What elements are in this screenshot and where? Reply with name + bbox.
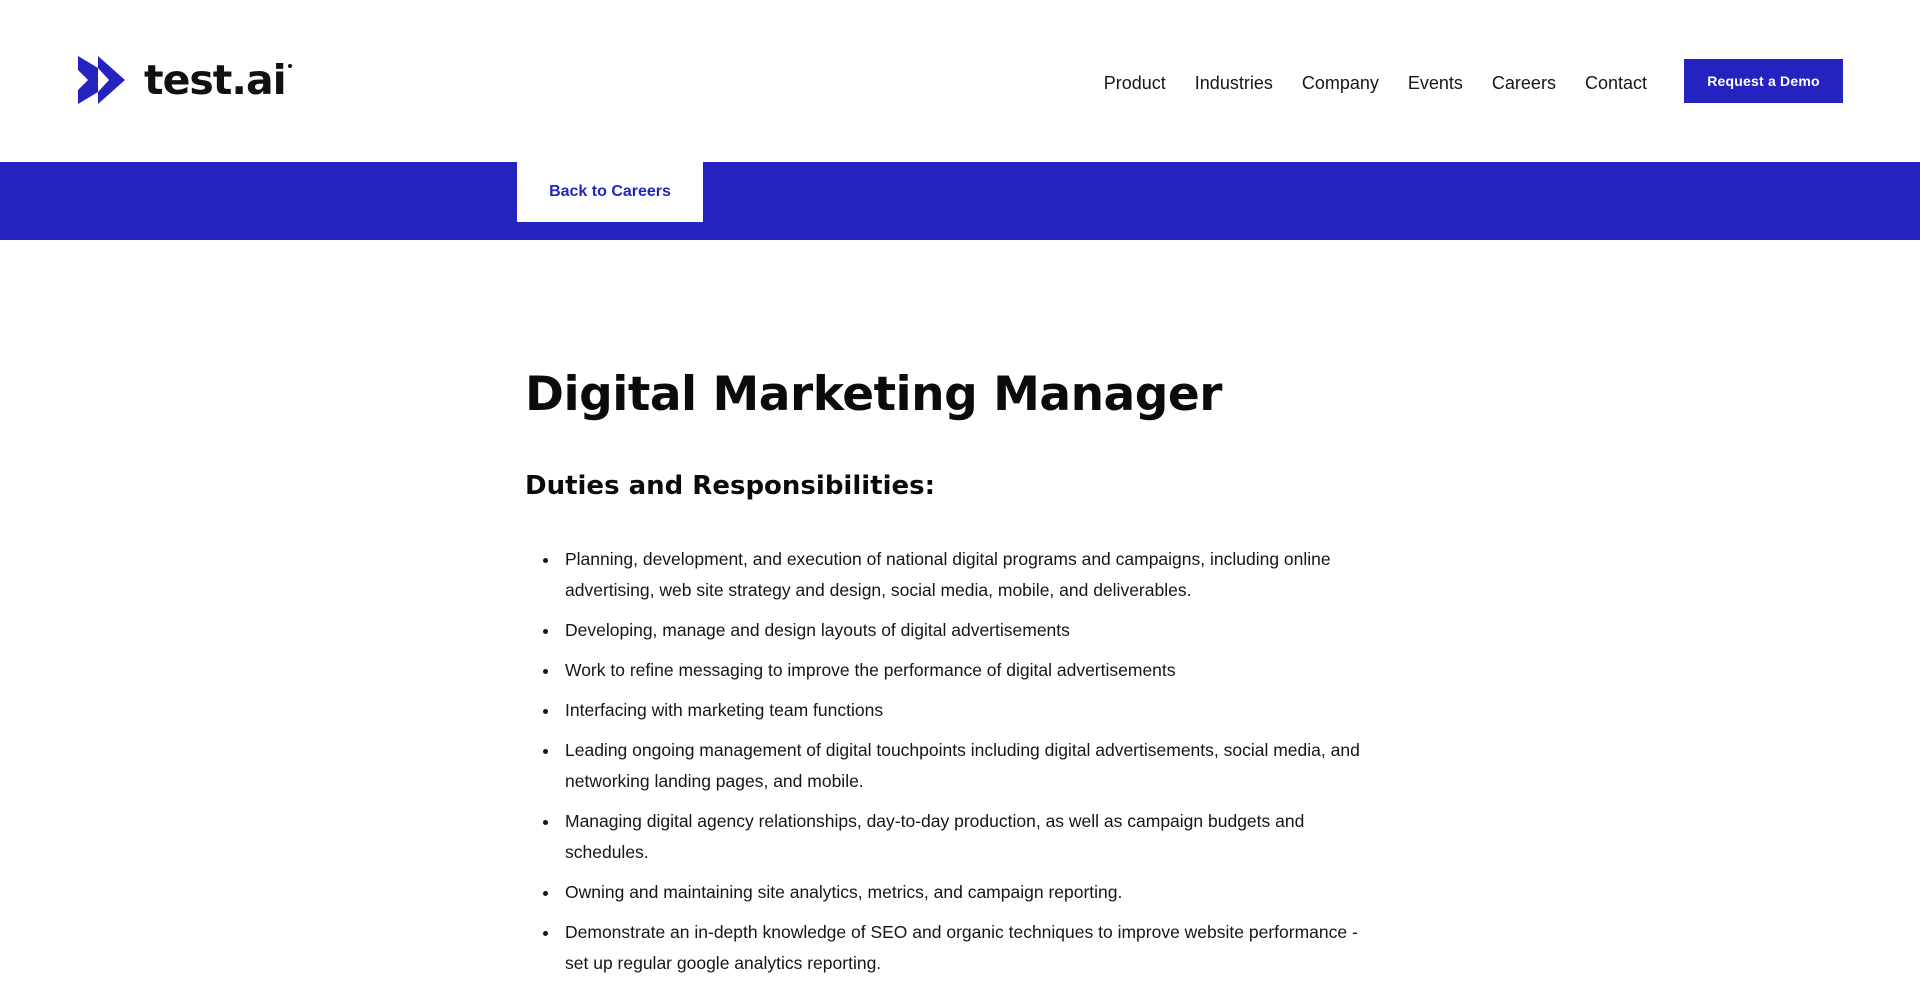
main-nav: Product Industries Company Events Career… (1075, 72, 1647, 94)
duties-list: Planning, development, and execution of … (525, 544, 1385, 979)
site-header: test.ai Product Industries Company Event… (0, 0, 1920, 162)
careers-banner: Back to Careers (0, 162, 1920, 240)
job-posting: Digital Marketing Manager Duties and Res… (525, 360, 1385, 988)
nav-product[interactable]: Product (1104, 72, 1166, 94)
list-item: Interfacing with marketing team function… (543, 695, 1385, 726)
list-item: Planning, development, and execution of … (543, 544, 1385, 606)
brand-name: test.ai (144, 56, 287, 104)
section-heading: Duties and Responsibilities: (525, 471, 936, 501)
page-title: Digital Marketing Manager (525, 367, 1222, 422)
list-item: Work to refine messaging to improve the … (543, 655, 1385, 686)
list-item: Demonstrate an in-depth knowledge of SEO… (543, 917, 1385, 979)
nav-events[interactable]: Events (1408, 72, 1463, 94)
list-item: Owning and maintaining site analytics, m… (543, 877, 1385, 908)
nav-company[interactable]: Company (1302, 72, 1379, 94)
brand-trademark-dot (287, 64, 292, 68)
nav-careers[interactable]: Careers (1492, 72, 1556, 94)
nav-industries[interactable]: Industries (1195, 72, 1273, 94)
request-demo-button[interactable]: Request a Demo (1684, 59, 1843, 103)
list-item: Leading ongoing management of digital to… (543, 735, 1385, 797)
list-item: Managing digital agency relationships, d… (543, 806, 1385, 868)
double-chevron-logo-icon (78, 56, 125, 104)
nav-contact[interactable]: Contact (1585, 72, 1647, 94)
back-to-careers-button[interactable]: Back to Careers (517, 162, 703, 222)
list-item: Developing, manage and design layouts of… (543, 615, 1385, 646)
brand-logo[interactable]: test.ai (78, 56, 292, 104)
